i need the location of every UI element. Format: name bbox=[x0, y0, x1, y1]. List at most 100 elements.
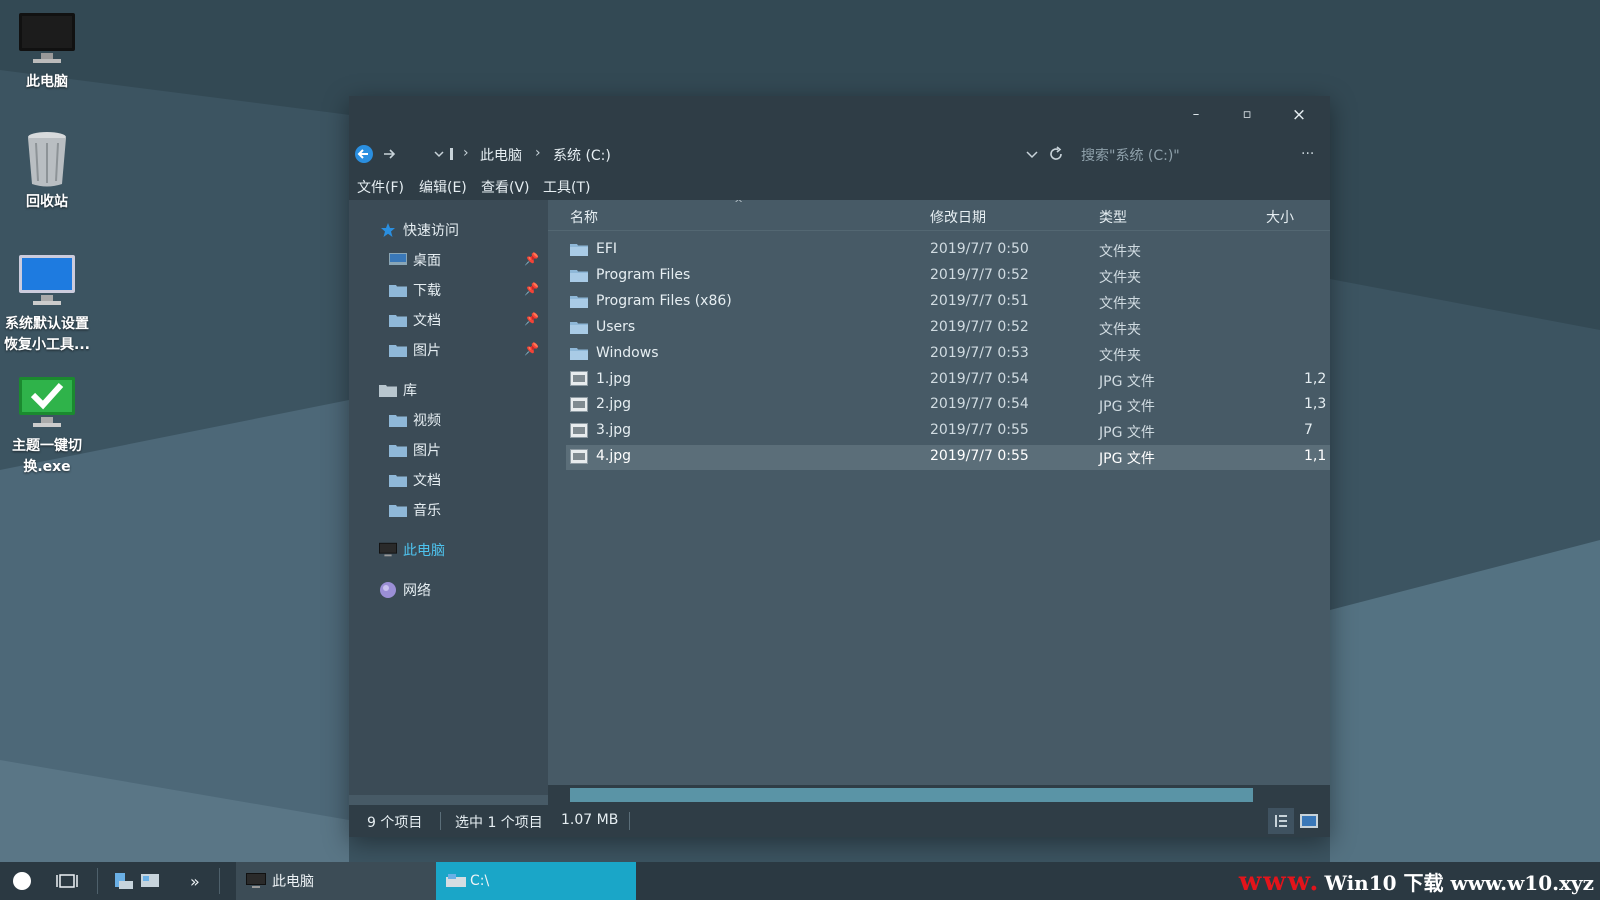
nav-item-desktop[interactable]: 桌面 bbox=[389, 247, 441, 273]
nav-library[interactable]: 库 bbox=[379, 377, 417, 403]
nav-label: 快速访问 bbox=[403, 223, 459, 239]
pin-icon[interactable]: 📌 bbox=[524, 342, 539, 356]
column-size[interactable]: 大小 bbox=[1266, 207, 1294, 227]
breadcrumb-this-pc[interactable]: 此电脑 bbox=[480, 145, 522, 165]
details-view-button[interactable] bbox=[1268, 808, 1294, 834]
file-type: 文件夹 bbox=[1099, 269, 1141, 286]
folder-icon bbox=[389, 472, 407, 488]
task-view-button[interactable] bbox=[56, 862, 78, 900]
navigation-pane: 快速访问 桌面 📌 下载 📌 文档 📌 图片 📌 库 视频 图片 文档 音乐 此… bbox=[349, 200, 548, 795]
file-row[interactable]: Program Files (x86) 2019/7/7 0:51 文件夹 bbox=[566, 290, 1330, 315]
taskbar-app-this-pc[interactable]: 此电脑 bbox=[236, 862, 436, 900]
file-date: 2019/7/7 0:50 bbox=[930, 241, 1029, 257]
refresh-button[interactable] bbox=[1047, 144, 1065, 168]
nav-quick-access[interactable]: 快速访问 bbox=[379, 217, 459, 243]
file-row[interactable]: 3.jpg 2019/7/7 0:55 JPG 文件 7 bbox=[566, 419, 1330, 444]
file-row[interactable]: Users 2019/7/7 0:52 文件夹 bbox=[566, 316, 1330, 341]
status-divider bbox=[440, 812, 441, 830]
pin-icon[interactable]: 📌 bbox=[524, 252, 539, 266]
maximize-button[interactable]: ▫ bbox=[1234, 104, 1260, 126]
nav-item-lib-documents[interactable]: 文档 bbox=[389, 467, 441, 493]
menu-edit[interactable]: 编辑(E) bbox=[419, 177, 467, 197]
close-button[interactable]: × bbox=[1286, 104, 1312, 126]
nav-label: 库 bbox=[403, 383, 417, 399]
column-type[interactable]: 类型 bbox=[1099, 207, 1127, 227]
start-button[interactable] bbox=[12, 862, 32, 900]
nav-network[interactable]: 网络 bbox=[379, 577, 431, 603]
column-name[interactable]: 名称 bbox=[570, 207, 598, 227]
drive-icon bbox=[446, 874, 466, 887]
menu-tools[interactable]: 工具(T) bbox=[543, 177, 590, 197]
pin-icon[interactable]: 📌 bbox=[524, 312, 539, 326]
taskbar-app-c-drive[interactable]: C:\ bbox=[436, 862, 636, 900]
nav-item-music[interactable]: 音乐 bbox=[389, 497, 441, 523]
file-size: 7 bbox=[1304, 422, 1313, 439]
file-type: 文件夹 bbox=[1099, 321, 1141, 338]
desktop-icon-theme-switch[interactable]: 主题一键切换.exe bbox=[0, 372, 94, 478]
nav-label: 图片 bbox=[413, 443, 441, 459]
back-button[interactable] bbox=[354, 144, 374, 168]
column-date[interactable]: 修改日期 bbox=[930, 207, 986, 227]
file-row[interactable]: Program Files 2019/7/7 0:52 文件夹 bbox=[566, 264, 1330, 289]
file-row[interactable]: 4.jpg 2019/7/7 0:55 JPG 文件 1,1 bbox=[566, 445, 1330, 471]
checkmark-monitor-icon bbox=[16, 372, 78, 434]
nav-label: 视频 bbox=[413, 413, 441, 429]
folder-icon bbox=[389, 282, 407, 298]
image-file-icon bbox=[570, 448, 588, 464]
recent-locations-dropdown[interactable] bbox=[433, 144, 445, 168]
search-input[interactable]: 搜索"系统 (C:)" bbox=[1081, 145, 1281, 165]
show-desktop-icon bbox=[141, 874, 159, 887]
desktop-icon-this-pc[interactable]: 此电脑 bbox=[0, 8, 94, 93]
file-type: JPG 文件 bbox=[1099, 451, 1155, 468]
nav-label: 文档 bbox=[413, 313, 441, 329]
forward-arrow-icon bbox=[384, 149, 396, 159]
nav-item-documents[interactable]: 文档 bbox=[389, 307, 441, 333]
horizontal-scrollbar[interactable] bbox=[548, 785, 1330, 805]
address-history-dropdown[interactable] bbox=[1025, 144, 1039, 168]
details-view-icon bbox=[1275, 815, 1287, 827]
column-headers: 名称 ^ 修改日期 类型 大小 bbox=[548, 200, 1330, 231]
breadcrumb-system-c[interactable]: 系统 (C:) bbox=[553, 145, 611, 165]
file-date: 2019/7/7 0:53 bbox=[930, 344, 1029, 361]
status-bar: 9 个项目 选中 1 个项目 1.07 MB bbox=[349, 805, 1330, 837]
desktop-icon-restore-tool[interactable]: 系统默认设置恢复小工具... bbox=[0, 250, 94, 356]
folder-icon bbox=[389, 412, 407, 428]
quicklaunch-overflow[interactable]: » bbox=[190, 862, 200, 900]
file-name: 4.jpg bbox=[596, 448, 632, 465]
file-date: 2019/7/7 0:54 bbox=[930, 370, 1029, 387]
scrollbar-thumb[interactable] bbox=[570, 788, 1253, 802]
file-name: 2.jpg bbox=[596, 396, 632, 413]
large-icons-view-button[interactable] bbox=[1296, 808, 1322, 834]
nav-this-pc[interactable]: 此电脑 bbox=[379, 537, 445, 563]
forward-button[interactable] bbox=[380, 144, 398, 168]
nav-item-downloads[interactable]: 下载 bbox=[389, 277, 441, 303]
folder-icon bbox=[389, 342, 407, 358]
menu-view[interactable]: 查看(V) bbox=[481, 177, 530, 197]
folder-icon bbox=[389, 312, 407, 328]
nav-item-lib-pictures[interactable]: 图片 bbox=[389, 437, 441, 463]
nav-item-pictures[interactable]: 图片 bbox=[389, 337, 441, 363]
nav-label: 桌面 bbox=[413, 253, 441, 269]
chevron-down-icon bbox=[434, 151, 444, 158]
file-row[interactable]: Windows 2019/7/7 0:53 文件夹 bbox=[566, 342, 1330, 367]
large-icons-view-icon bbox=[1300, 814, 1318, 828]
file-row[interactable]: 1.jpg 2019/7/7 0:54 JPG 文件 1,2 bbox=[566, 368, 1330, 393]
file-row[interactable]: EFI 2019/7/7 0:50 文件夹 bbox=[566, 238, 1330, 263]
menu-file[interactable]: 文件(F) bbox=[357, 177, 404, 197]
file-type: 文件夹 bbox=[1099, 347, 1141, 364]
desktop-icon-recycle-bin[interactable]: 回收站 bbox=[0, 128, 94, 213]
file-name-cell: 2.jpg bbox=[570, 396, 631, 412]
quicklaunch-desktop[interactable] bbox=[139, 862, 161, 900]
folder-icon bbox=[570, 293, 588, 308]
file-date: 2019/7/7 0:55 bbox=[930, 448, 1029, 465]
pin-icon[interactable]: 📌 bbox=[524, 282, 539, 296]
file-name: 3.jpg bbox=[596, 422, 632, 439]
nav-item-videos[interactable]: 视频 bbox=[389, 407, 441, 433]
minimize-button[interactable]: – bbox=[1183, 104, 1209, 126]
file-size: 1,1 bbox=[1304, 448, 1327, 465]
status-divider bbox=[629, 812, 630, 830]
file-row[interactable]: 2.jpg 2019/7/7 0:54 JPG 文件 1,3 bbox=[566, 393, 1330, 418]
quicklaunch-explorer[interactable] bbox=[113, 862, 135, 900]
more-options-button[interactable]: ... bbox=[1301, 142, 1314, 158]
file-date: 2019/7/7 0:52 bbox=[930, 266, 1029, 283]
